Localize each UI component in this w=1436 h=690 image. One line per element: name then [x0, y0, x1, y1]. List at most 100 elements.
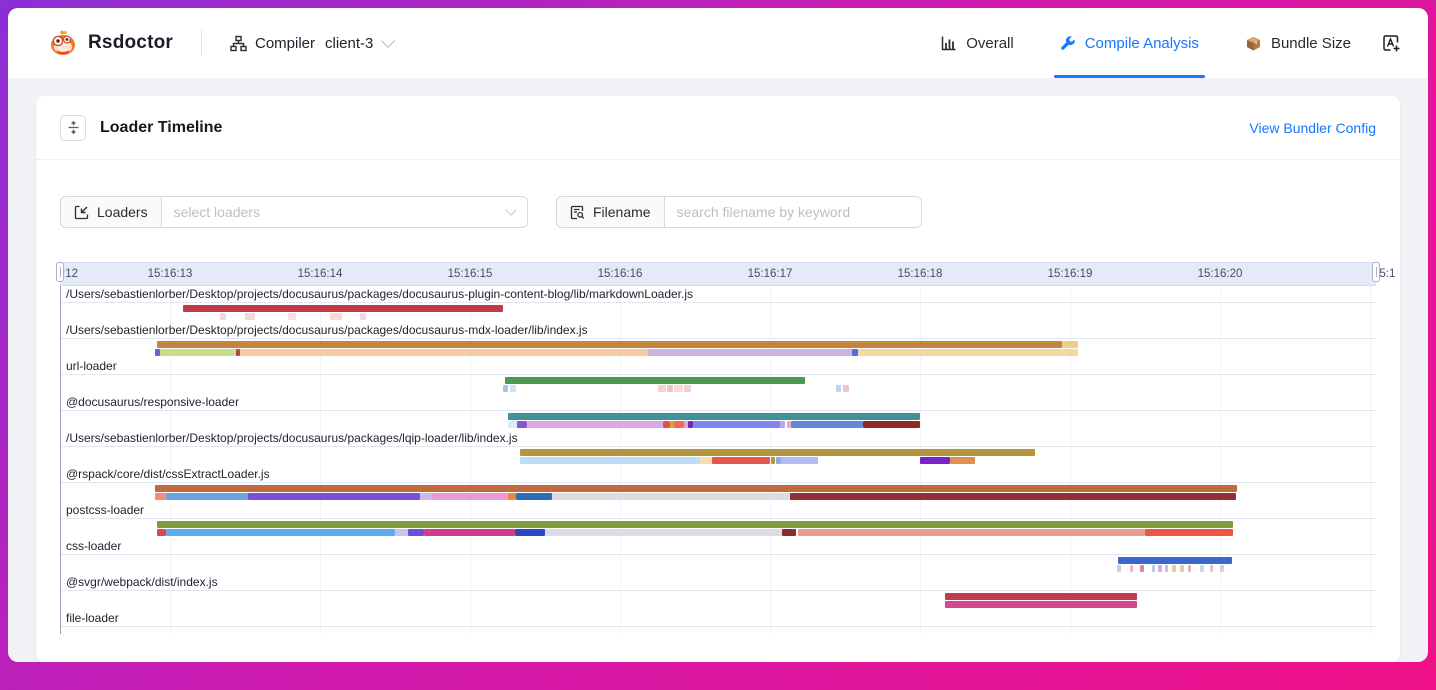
loader-bar-segment[interactable]: [166, 529, 395, 536]
loader-bar-segment[interactable]: [395, 529, 408, 536]
loader-bar-segment[interactable]: [700, 457, 712, 464]
loader-bar-segment[interactable]: [1145, 529, 1233, 536]
loader-bar-segment[interactable]: [836, 385, 841, 392]
loader-bar-segment[interactable]: [157, 341, 1062, 348]
loader-bar-segment[interactable]: [516, 493, 552, 500]
loader-bar-segment[interactable]: [552, 493, 790, 500]
loader-bar-segment[interactable]: [508, 493, 516, 500]
loader-bar-segment[interactable]: [160, 349, 236, 356]
axis-tick-label: :12: [62, 268, 78, 280]
tab-compile-analysis[interactable]: Compile Analysis: [1044, 8, 1215, 78]
loader-bar-segment[interactable]: [1220, 565, 1224, 572]
loader-bar-segment[interactable]: [920, 457, 950, 464]
timeline-brush-handle-right[interactable]: [1372, 262, 1380, 282]
loader-bar-segment[interactable]: [693, 421, 780, 428]
loader-bar-segment[interactable]: [1117, 565, 1121, 572]
loader-bar-segment[interactable]: [1130, 565, 1133, 572]
loader-bar-segment[interactable]: [658, 385, 666, 392]
loader-bar-segment[interactable]: [157, 521, 1233, 528]
loader-bar-segment[interactable]: [545, 529, 782, 536]
timeline-brush-handle-left[interactable]: [56, 262, 64, 282]
timeline-row-separator: [60, 626, 1376, 627]
loader-bar-segment[interactable]: [945, 593, 1137, 600]
loader-bar-segment[interactable]: [510, 385, 516, 392]
loader-bar-segment[interactable]: [1210, 565, 1213, 572]
loader-bar-segment[interactable]: [863, 421, 920, 428]
loader-bar-segment[interactable]: [1165, 565, 1168, 572]
loader-bar-segment[interactable]: [712, 457, 770, 464]
loader-bar-segment[interactable]: [155, 485, 1237, 492]
loader-bar-segment[interactable]: [220, 313, 226, 320]
loader-bar-segment[interactable]: [240, 349, 648, 356]
loader-bar-segment[interactable]: [843, 385, 849, 392]
loader-bar-segment[interactable]: [674, 421, 684, 428]
compiler-select[interactable]: Compiler client-3: [230, 35, 391, 52]
loader-bar-segment[interactable]: [790, 493, 1236, 500]
loader-bar-segment[interactable]: [515, 529, 545, 536]
loader-bar-segment[interactable]: [798, 529, 1145, 536]
loader-bar-segment[interactable]: [183, 305, 503, 312]
loader-bar-segment[interactable]: [781, 457, 818, 464]
loader-bar-segment[interactable]: [155, 493, 166, 500]
loader-bar-segment[interactable]: [505, 377, 805, 384]
loader-bar-segment[interactable]: [1180, 565, 1184, 572]
timeline-row-separator: [60, 302, 1376, 303]
loader-bar-segment[interactable]: [1152, 565, 1155, 572]
axis-tick-label: 15:16:18: [898, 268, 943, 280]
loader-bar-segment[interactable]: [1200, 565, 1204, 572]
loader-bar-segment[interactable]: [1172, 565, 1176, 572]
loader-bar-segment[interactable]: [1118, 557, 1232, 564]
view-bundler-config-link[interactable]: View Bundler Config: [1249, 120, 1376, 136]
filename-search-input[interactable]: [665, 197, 921, 227]
timeline-axis[interactable]: :1215:16:1315:16:1415:16:1515:16:1615:16…: [60, 262, 1376, 286]
tab-overall[interactable]: Overall: [925, 8, 1030, 78]
loader-bar-segment[interactable]: [1158, 565, 1162, 572]
timeline-left-rule: [60, 286, 61, 634]
loader-bar-segment[interactable]: [517, 421, 527, 428]
tab-bundle-size[interactable]: Bundle Size: [1229, 8, 1367, 78]
timeline-rows: /Users/sebastienlorber/Desktop/projects/…: [60, 286, 1376, 646]
loader-bar-segment[interactable]: [791, 421, 863, 428]
loader-bar-segment[interactable]: [945, 601, 1137, 608]
loader-bar-segment[interactable]: [950, 457, 975, 464]
timeline-row-separator: [60, 518, 1376, 519]
chevron-down-icon: [505, 204, 516, 215]
brand[interactable]: Rsdoctor: [48, 28, 173, 58]
loader-bar-segment[interactable]: [674, 385, 683, 392]
loader-bar-segment[interactable]: [432, 493, 508, 500]
loader-bar-segment[interactable]: [527, 421, 663, 428]
loader-bar-segment[interactable]: [782, 529, 796, 536]
loader-bar-segment[interactable]: [166, 493, 248, 500]
axis-tick-label: 15:16:19: [1048, 268, 1093, 280]
loader-bar-segment[interactable]: [684, 385, 691, 392]
loader-bar-segment[interactable]: [408, 529, 424, 536]
loader-bar-segment[interactable]: [503, 385, 508, 392]
loader-bar-segment[interactable]: [1140, 565, 1144, 572]
loader-bar-segment[interactable]: [780, 421, 785, 428]
loader-bar-segment[interactable]: [248, 493, 420, 500]
loader-bar-segment[interactable]: [858, 349, 1078, 356]
loader-bar-segment[interactable]: [157, 529, 166, 536]
timeline-row: /Users/sebastienlorber/Desktop/projects/…: [60, 430, 1376, 466]
loader-bar-segment[interactable]: [663, 421, 670, 428]
loader-bar-segment[interactable]: [1188, 565, 1191, 572]
loader-bar-segment[interactable]: [1062, 341, 1078, 348]
loader-bar-segment[interactable]: [330, 313, 342, 320]
loaders-select[interactable]: select loaders: [162, 197, 527, 227]
loader-bar-segment[interactable]: [508, 421, 517, 428]
loader-bar-segment[interactable]: [420, 493, 432, 500]
loader-bar-segment[interactable]: [648, 349, 852, 356]
loader-bar-segment[interactable]: [424, 529, 515, 536]
loader-bar-segment[interactable]: [771, 457, 775, 464]
loader-bar-segment[interactable]: [288, 313, 296, 320]
loader-bar-segment[interactable]: [667, 385, 673, 392]
timeline-row: /Users/sebastienlorber/Desktop/projects/…: [60, 322, 1376, 358]
timeline-row-separator: [60, 554, 1376, 555]
loader-bar-segment[interactable]: [360, 313, 366, 320]
loader-bar-segment[interactable]: [245, 313, 255, 320]
loader-bar-segment[interactable]: [508, 413, 920, 420]
translate-button[interactable]: [1381, 33, 1402, 54]
loader-bar-segment[interactable]: [520, 457, 700, 464]
loader-bar-segment[interactable]: [520, 449, 1035, 456]
collapse-button[interactable]: [60, 115, 86, 141]
